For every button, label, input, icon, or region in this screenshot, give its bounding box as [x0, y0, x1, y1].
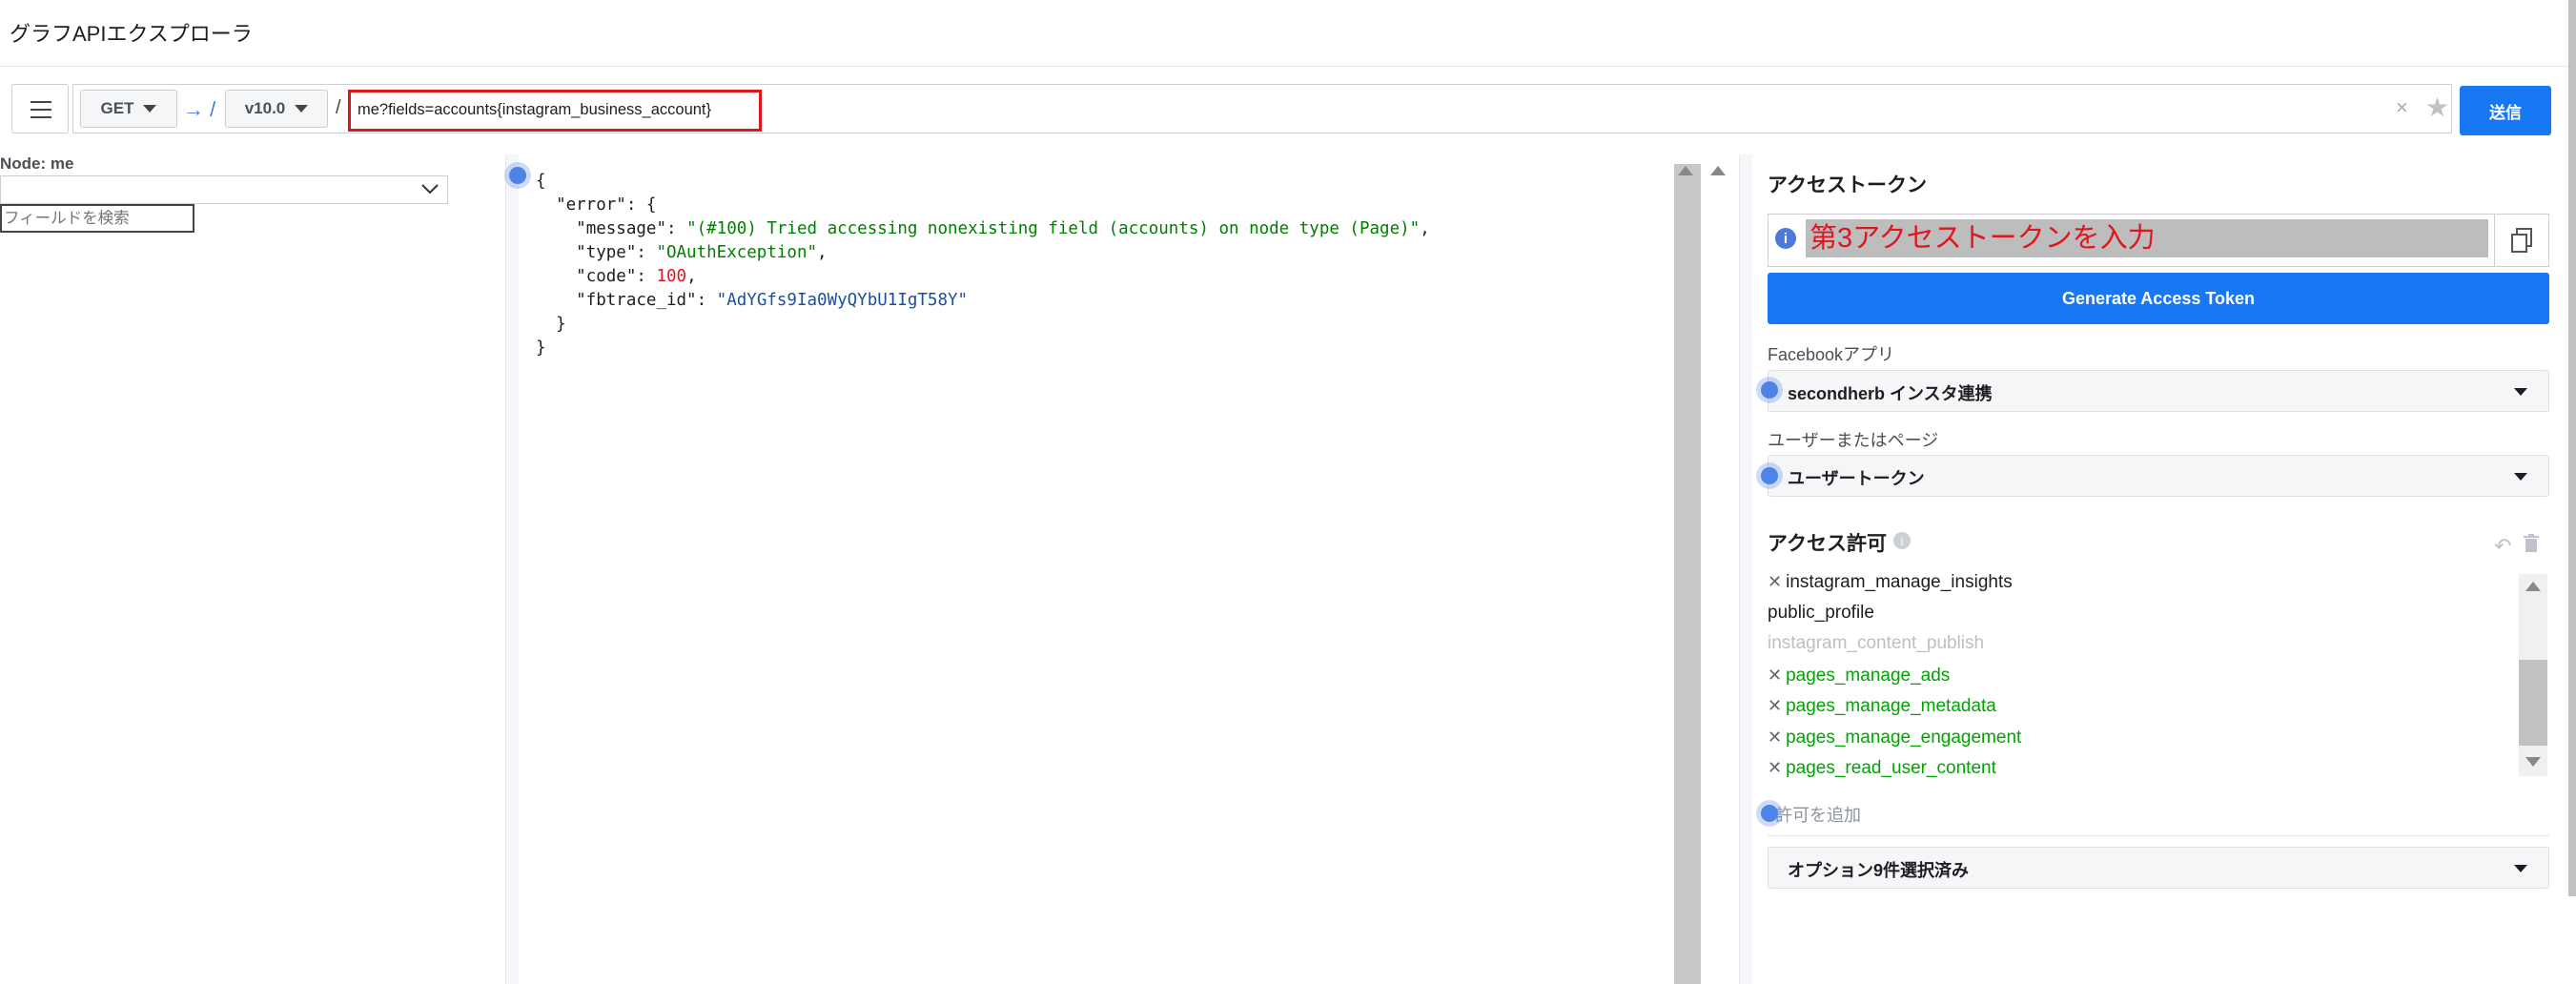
scroll-up-icon[interactable] — [2525, 582, 2541, 591]
scroll-up-icon[interactable] — [1710, 166, 1726, 175]
editor-scrollbar[interactable] — [1674, 164, 1701, 984]
facebook-app-label: Facebookアプリ — [1768, 345, 1895, 364]
trash-icon[interactable] — [2523, 534, 2540, 559]
permission-item: ✕ pages_read_user_content — [1768, 752, 2511, 784]
hamburger-icon-bar — [31, 109, 51, 111]
permission-name: public_profile — [1768, 602, 1874, 623]
remove-permission-icon[interactable]: ✕ — [1768, 758, 1782, 777]
user-or-page-label: ユーザーまたはページ — [1768, 431, 1939, 450]
caret-down-icon — [295, 105, 309, 113]
hamburger-icon — [31, 101, 51, 103]
permission-item: ✕ pages_manage_ads — [1768, 660, 2511, 691]
query-input[interactable]: me?fields=accounts{instagram_business_ac… — [348, 90, 762, 132]
menu-button[interactable] — [11, 84, 69, 133]
info-icon[interactable]: i — [1775, 228, 1796, 249]
facebook-app-value: secondherb インスタ連携 — [1788, 384, 1993, 403]
json-line: } — [536, 338, 546, 358]
permissions-title: アクセス許可 — [1768, 533, 1887, 555]
caret-down-icon — [143, 105, 157, 113]
add-permission-input[interactable]: 許可を追加 — [1775, 802, 1861, 827]
json-key: "type" — [576, 243, 637, 262]
remove-permission-icon[interactable]: ✕ — [1768, 572, 1782, 591]
scroll-down-icon[interactable] — [2525, 757, 2541, 767]
field-search-input[interactable] — [0, 204, 194, 233]
permission-item: public_profile — [1768, 598, 2511, 629]
panel-resize-handle-left[interactable] — [505, 154, 519, 984]
star-icon[interactable]: ★ — [2425, 92, 2449, 123]
json-key: "message" — [576, 219, 666, 238]
drag-handle-dot[interactable] — [1761, 805, 1778, 822]
json-value: "(#100) Tried accessing nonexisting fiel… — [686, 219, 1421, 238]
drag-handle-dot[interactable] — [509, 167, 526, 184]
generate-access-token-button[interactable]: Generate Access Token — [1768, 273, 2549, 324]
permissions-list: ✕ instagram_manage_insights public_profile… — [1768, 566, 2511, 784]
json-key: "code" — [576, 267, 637, 286]
caret-down-icon — [2514, 388, 2527, 396]
page-scrollbar[interactable] — [2568, 0, 2576, 896]
json-line: } — [556, 315, 566, 334]
remove-permission-icon[interactable]: ✕ — [1768, 696, 1782, 715]
permission-name: pages_manage_metadata — [1786, 696, 1996, 716]
json-line: { — [536, 172, 546, 191]
facebook-app-dropdown[interactable]: secondherb インスタ連携 — [1768, 370, 2549, 412]
hamburger-icon-bar — [31, 116, 51, 118]
permission-name: pages_manage_engagement — [1786, 727, 2022, 748]
copy-button[interactable] — [2494, 214, 2547, 267]
options-value: オプション9件選択済み — [1788, 861, 1970, 880]
permissions-scroll-thumb[interactable] — [2519, 660, 2547, 746]
json-value: "OAuthException" — [656, 243, 818, 262]
info-icon[interactable]: i — [1893, 532, 1911, 549]
json-value: "AdYGfs9Ia0WyQYbU1IgT58Y" — [716, 291, 969, 310]
permission-name: pages_read_user_content — [1786, 758, 1996, 778]
http-method-label: GET — [100, 99, 134, 117]
permission-name: instagram_content_publish — [1768, 633, 1985, 653]
clear-icon[interactable]: × — [2396, 95, 2408, 120]
caret-down-icon — [2514, 473, 2527, 481]
user-or-page-value: ユーザートークン — [1788, 469, 1925, 488]
permission-name: instagram_manage_insights — [1786, 572, 2013, 592]
remove-permission-icon[interactable]: ✕ — [1768, 666, 1782, 685]
permission-item: ✕ pages_manage_engagement — [1768, 722, 2511, 753]
api-version-dropdown[interactable]: v10.0 — [225, 90, 328, 128]
http-method-dropdown[interactable]: GET — [80, 90, 177, 128]
panel-resize-handle-right[interactable] — [1739, 154, 1752, 984]
response-json: { "error": { "message": "(#100) Tried ac… — [536, 172, 1430, 358]
path-slash: / — [336, 97, 341, 118]
scroll-up-icon[interactable] — [1678, 166, 1693, 175]
drag-handle-dot[interactable] — [1761, 467, 1778, 484]
node-field-select[interactable] — [0, 175, 448, 204]
json-value: 100 — [656, 267, 687, 286]
caret-down-icon — [2514, 865, 2527, 872]
permission-item: ✕ pages_manage_metadata — [1768, 690, 2511, 722]
arrow-separator: → / — [183, 97, 216, 121]
permission-item: ✕ instagram_manage_insights — [1768, 566, 2511, 598]
node-label: Node: me — [0, 154, 74, 173]
user-or-page-dropdown[interactable]: ユーザートークン — [1768, 455, 2549, 497]
json-key: "fbtrace_id" — [576, 291, 697, 310]
access-token-input[interactable]: 第3アクセストークンを入力 — [1806, 219, 2488, 257]
access-token-title: アクセストークン — [1768, 174, 1927, 196]
divider — [1768, 835, 2549, 836]
drag-handle-dot[interactable] — [1761, 381, 1778, 399]
permission-item: instagram_content_publish — [1768, 628, 2511, 660]
header-divider — [0, 66, 2576, 67]
permission-name: pages_manage_ads — [1786, 665, 1951, 686]
api-version-label: v10.0 — [244, 99, 286, 117]
chevron-down-icon — [419, 179, 440, 203]
page-title: グラフAPIエクスプローラ — [10, 22, 253, 46]
submit-button[interactable]: 送信 — [2460, 86, 2551, 135]
remove-permission-icon[interactable]: ✕ — [1768, 728, 1782, 747]
undo-icon[interactable]: ↶ — [2494, 534, 2511, 559]
json-key: "error" — [556, 195, 626, 215]
copy-icon — [2510, 228, 2532, 253]
options-dropdown[interactable]: オプション9件選択済み — [1768, 847, 2549, 889]
